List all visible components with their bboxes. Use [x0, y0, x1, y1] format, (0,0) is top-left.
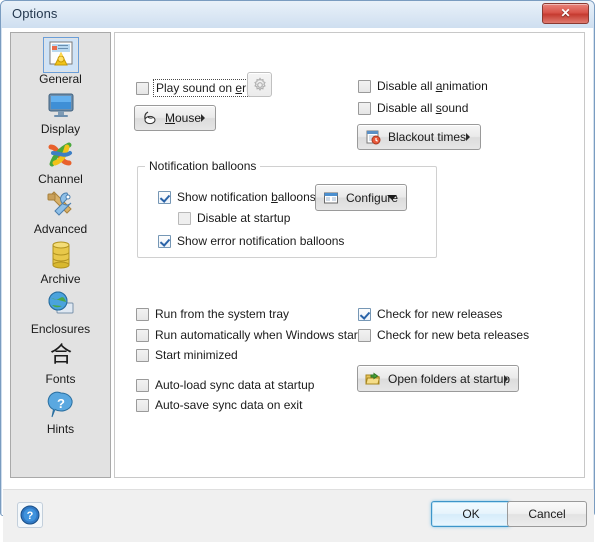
checkbox-box[interactable] — [178, 211, 191, 225]
cancel-button[interactable]: Cancel — [507, 501, 587, 527]
settings-pane: Play sound on error — [114, 32, 585, 478]
chevron-down-icon — [387, 195, 397, 200]
sidebar-item-advanced[interactable]: Advanced — [11, 189, 110, 236]
checkbox-show-notification-balloons[interactable]: Show notification balloons — [158, 190, 316, 204]
sidebar-item-enclosures[interactable]: Enclosures — [11, 289, 110, 336]
open-folders-at-startup-button[interactable]: Open folders at startup — [357, 365, 519, 392]
blackout-times-button[interactable]: Blackout times — [357, 124, 481, 150]
checkbox-label: Auto-load sync data at startup — [155, 378, 315, 392]
enclosures-icon — [45, 289, 77, 321]
mouse-button-label: Mouse — [165, 111, 202, 125]
checkbox-label: Check for new releases — [377, 307, 503, 321]
checkbox-box[interactable] — [136, 398, 149, 412]
checkbox-box[interactable] — [158, 234, 171, 248]
checkbox-label: Disable all animation — [377, 79, 488, 93]
checkbox-box[interactable] — [358, 101, 371, 115]
checkbox-label: Disable at startup — [197, 211, 291, 225]
checkbox-play-sound-on-error[interactable]: Play sound on error — [136, 79, 264, 97]
svg-text:合: 合 — [49, 343, 71, 368]
sidebar-item-label: Archive — [40, 272, 81, 286]
title-bar[interactable]: Options ✕ — [1, 1, 594, 28]
blackout-icon — [365, 129, 381, 145]
channel-icon — [45, 139, 77, 171]
sidebar-item-display[interactable]: Display — [11, 89, 110, 136]
sidebar-item-label: Display — [40, 122, 81, 136]
chevron-right-icon — [201, 114, 205, 122]
window-icon — [323, 190, 339, 206]
group-caption: Notification balloons — [145, 159, 261, 173]
sidebar-item-label: Fonts — [45, 372, 76, 386]
ok-button[interactable]: OK — [431, 501, 511, 527]
sidebar-item-hints[interactable]: ? Hints — [11, 389, 110, 436]
sidebar-item-label: Enclosures — [30, 322, 91, 336]
checkbox-box[interactable] — [136, 348, 149, 362]
gear-icon — [252, 76, 268, 93]
sidebar-item-fonts[interactable]: 合 Fonts — [11, 339, 110, 386]
hints-icon: ? — [45, 389, 77, 421]
archive-icon — [45, 239, 77, 271]
close-icon: ✕ — [560, 6, 571, 20]
checkbox-box[interactable] — [136, 378, 149, 392]
svg-text:?: ? — [27, 510, 34, 522]
checkbox-disable-all-sound[interactable]: Disable all sound — [358, 101, 468, 115]
blackout-times-label: Blackout times — [388, 130, 467, 144]
checkbox-label: Show error notification balloons — [177, 234, 345, 248]
svg-text:?: ? — [57, 396, 65, 411]
checkbox-label: Start minimized — [155, 348, 238, 362]
folder-open-icon — [365, 371, 381, 387]
checkbox-label: Check for new beta releases — [377, 328, 530, 342]
checkbox-autoload-sync-data[interactable]: Auto-load sync data at startup — [136, 378, 314, 392]
sidebar-item-label: General — [39, 72, 82, 86]
sound-settings-button[interactable] — [247, 72, 272, 97]
sidebar-item-general[interactable]: General — [11, 37, 110, 86]
configure-button[interactable]: Configure — [315, 184, 407, 211]
help-icon: ? — [18, 504, 42, 526]
checkbox-disable-all-animation[interactable]: Disable all animation — [358, 79, 488, 93]
checkbox-check-for-new-releases[interactable]: Check for new releases — [358, 307, 502, 321]
general-icon — [42, 37, 79, 73]
checkbox-run-from-system-tray[interactable]: Run from the system tray — [136, 307, 289, 321]
sidebar-item-label: Channel — [38, 172, 83, 186]
advanced-icon — [45, 189, 77, 221]
display-icon — [45, 89, 77, 121]
checkbox-label: Run automatically when Windows starts — [155, 328, 368, 342]
sidebar: General Display Channel Advanced Archive… — [10, 32, 111, 478]
checkbox-start-minimized[interactable]: Start minimized — [136, 348, 238, 362]
sidebar-item-archive[interactable]: Archive — [11, 239, 110, 286]
chevron-right-icon — [504, 374, 508, 383]
options-dialog: Options ✕ General Display Channel Advanc… — [0, 0, 595, 542]
checkbox-box[interactable] — [358, 79, 371, 93]
checkbox-label: Show notification balloons — [177, 190, 316, 204]
checkbox-disable-at-startup[interactable]: Disable at startup — [178, 211, 290, 225]
checkbox-box[interactable] — [136, 328, 149, 342]
checkbox-label: Auto-save sync data on exit — [155, 398, 303, 412]
close-button[interactable]: ✕ — [542, 3, 589, 24]
help-button[interactable]: ? — [17, 502, 43, 528]
window-title: Options — [12, 6, 58, 21]
sidebar-item-channel[interactable]: Channel — [11, 139, 110, 186]
fonts-icon: 合 — [45, 339, 77, 371]
mouse-icon — [142, 110, 158, 126]
chevron-right-icon — [466, 133, 470, 141]
sidebar-item-label: Advanced — [33, 222, 88, 236]
checkbox-box[interactable] — [136, 81, 149, 95]
sidebar-item-label: Hints — [46, 422, 75, 436]
checkbox-box[interactable] — [358, 307, 371, 321]
mouse-button[interactable]: Mouse — [134, 105, 216, 131]
open-folders-label: Open folders at startup — [388, 371, 511, 386]
checkbox-box[interactable] — [158, 190, 171, 204]
dialog-client-area: General Display Channel Advanced Archive… — [2, 28, 594, 542]
checkbox-label: Disable all sound — [377, 101, 469, 115]
checkbox-autosave-sync-data[interactable]: Auto-save sync data on exit — [136, 398, 302, 412]
checkbox-label: Run from the system tray — [155, 307, 290, 321]
checkbox-run-automatically-windows-starts[interactable]: Run automatically when Windows starts — [136, 328, 367, 342]
checkbox-show-error-notification-balloons[interactable]: Show error notification balloons — [158, 234, 344, 248]
checkbox-check-for-new-beta-releases[interactable]: Check for new beta releases — [358, 328, 529, 342]
checkbox-box[interactable] — [358, 328, 371, 342]
checkbox-box[interactable] — [136, 307, 149, 321]
